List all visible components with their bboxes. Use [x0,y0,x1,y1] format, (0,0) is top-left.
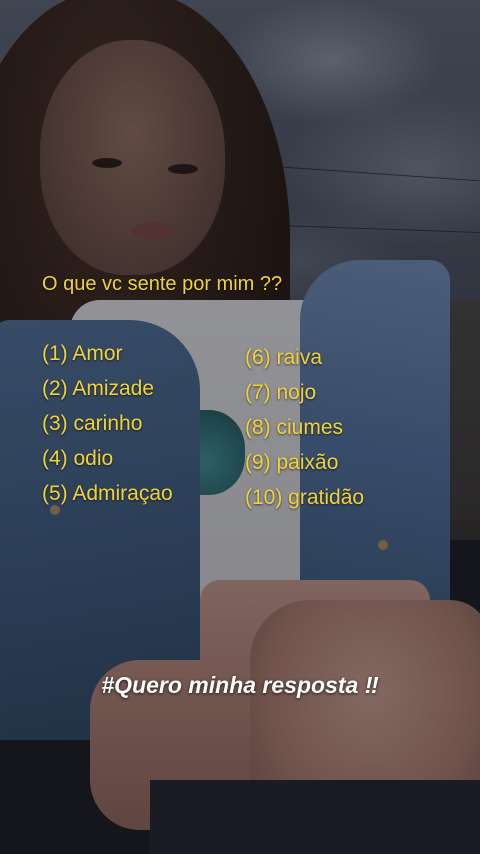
text-overlay: O que vc sente por mim ?? (1) Amor (2) A… [0,0,480,854]
option-8: (8) ciumes [245,416,344,439]
option-4: (4) odio [42,447,114,470]
option-1: (1) Amor [42,342,123,365]
option-2: (2) Amizade [42,377,155,400]
question-text: O que vc sente por mim ?? [42,273,283,295]
options-left-column: (1) Amor (2) Amizade (3) carinho (4) odi… [42,339,173,514]
option-5: (5) Admiraçao [42,482,173,505]
options-right-column: (6) raiva (7) nojo (8) ciumes (9) paixão… [245,343,364,518]
option-6: (6) raiva [245,346,323,369]
option-9: (9) paixão [245,451,339,474]
caption-hashtag: #Quero minha resposta ‼ [101,672,379,698]
option-3: (3) carinho [42,412,143,435]
option-7: (7) nojo [245,381,317,404]
option-10: (10) gratidão [245,486,365,509]
